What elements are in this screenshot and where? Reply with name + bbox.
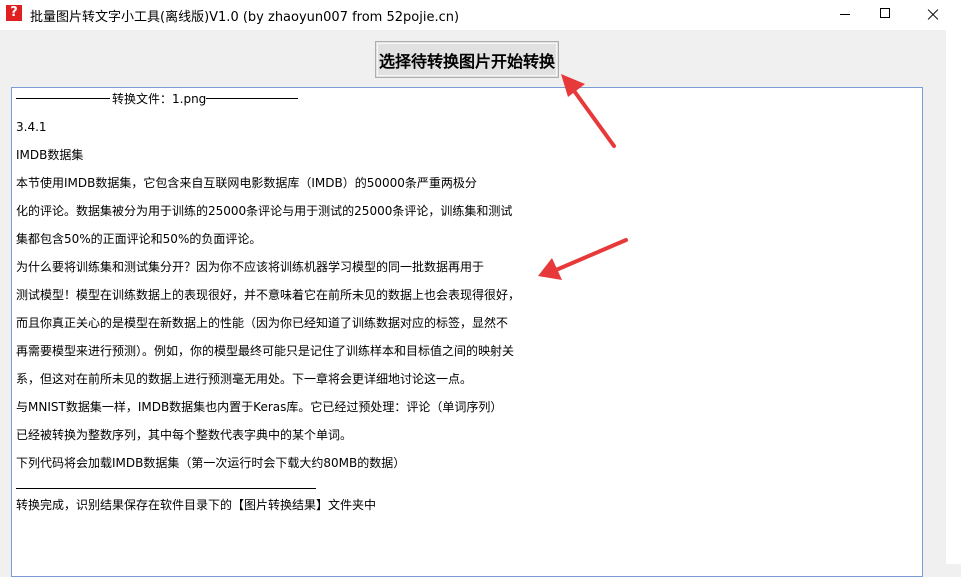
annotation-arrows	[538, 74, 628, 280]
arrow-to-text-icon	[538, 238, 628, 280]
arrow-to-button-icon	[561, 74, 616, 148]
